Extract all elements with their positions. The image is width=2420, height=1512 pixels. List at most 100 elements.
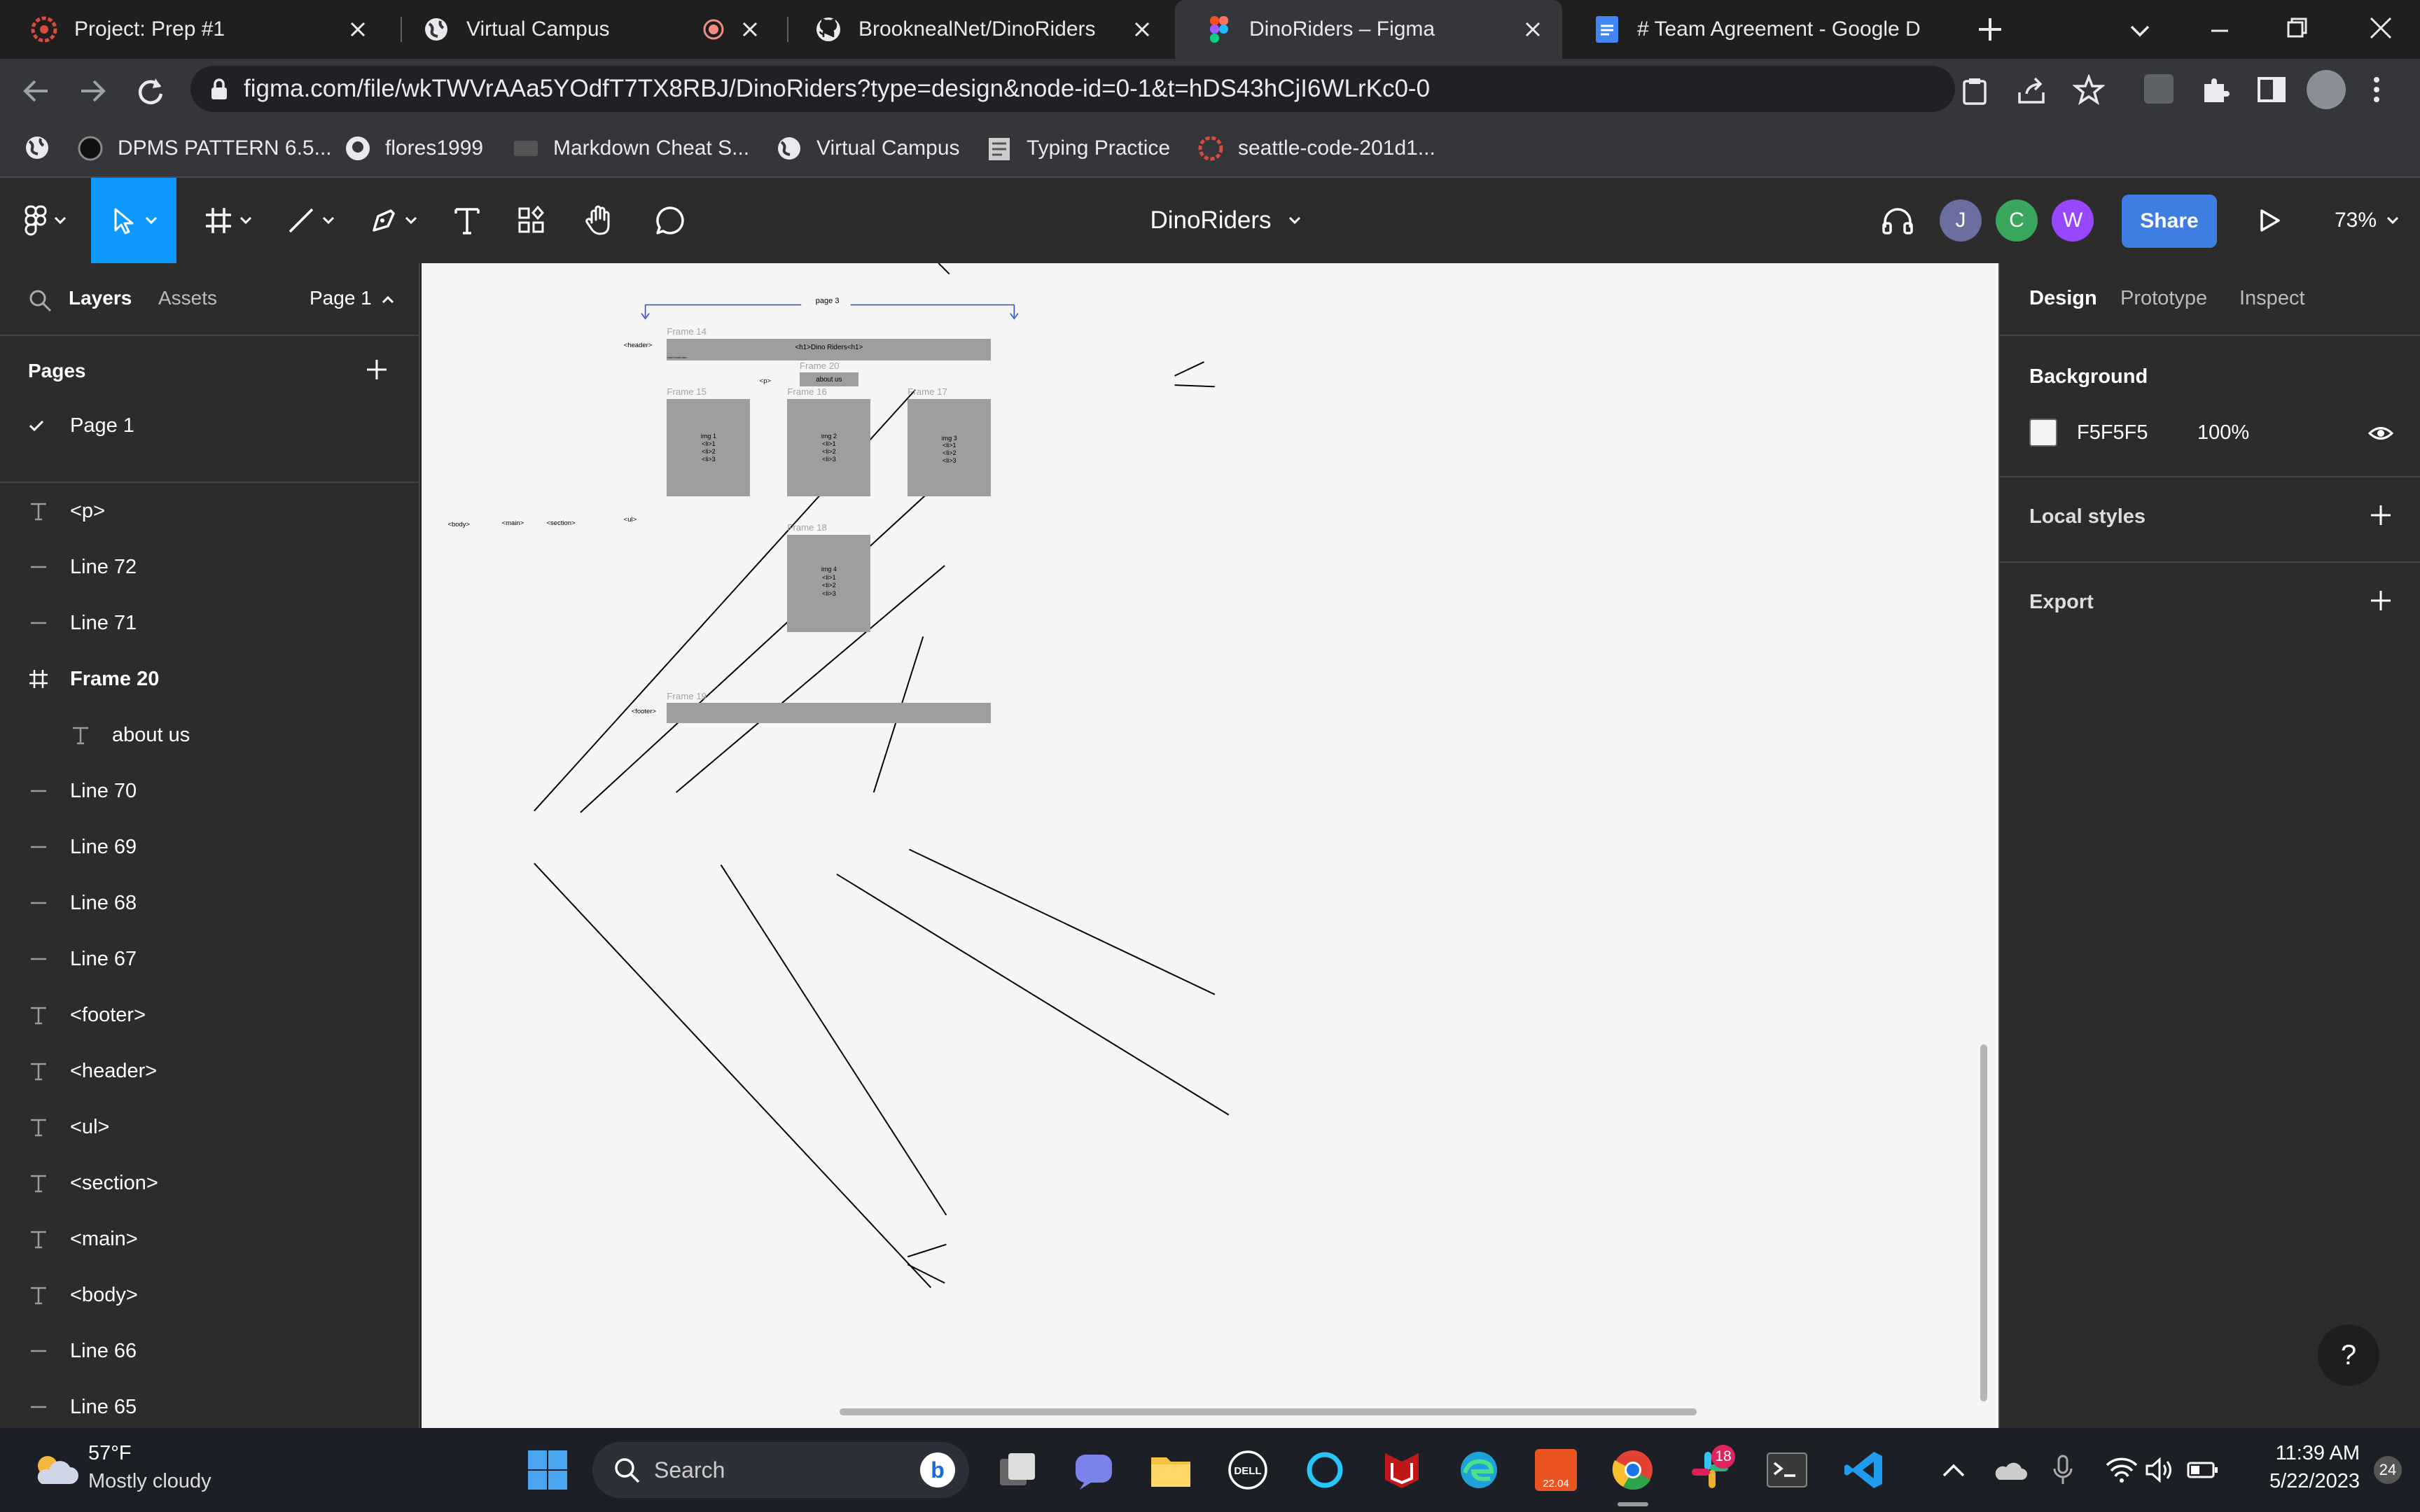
terminal-icon[interactable] — [1759, 1442, 1815, 1498]
url-field[interactable]: figma.com/file/wkTWVrAAa5YOdfT7TX8RBJ/Di… — [190, 66, 1955, 112]
onedrive-cloud-icon[interactable] — [1982, 1442, 2038, 1498]
frame-18[interactable]: img 4 <li>1 <li>2 <li>3 — [787, 534, 871, 632]
search-icon[interactable] — [28, 288, 52, 312]
new-tab-icon[interactable] — [1975, 14, 2005, 45]
eye-icon[interactable] — [2368, 423, 2393, 444]
file-explorer-icon[interactable] — [1143, 1442, 1199, 1498]
share-page-icon[interactable] — [2017, 76, 2047, 106]
help-button[interactable]: ? — [2318, 1324, 2379, 1386]
close-icon[interactable] — [1519, 15, 1547, 43]
tab-assets[interactable]: Assets — [158, 287, 217, 309]
ubuntu-icon[interactable]: 22.04 — [1528, 1442, 1584, 1498]
layer-row[interactable]: <section> — [0, 1155, 420, 1211]
frame-19[interactable] — [667, 703, 992, 723]
layer-row[interactable]: Line 70 — [0, 763, 420, 819]
browser-menu-icon[interactable] — [2370, 74, 2384, 105]
tab-google-docs[interactable]: # Team Agreement - Google D — [1563, 0, 1955, 59]
chevron-up-icon[interactable] — [1926, 1442, 1982, 1498]
tab-project-prep[interactable]: Project: Prep #1 — [0, 0, 387, 59]
layer-row[interactable]: about us — [0, 707, 420, 763]
mcafee-icon[interactable] — [1374, 1442, 1430, 1498]
bookmark-virtual-campus[interactable]: Virtual Campus — [776, 123, 960, 174]
tab-virtual-campus[interactable]: Virtual Campus — [392, 0, 779, 59]
close-icon[interactable] — [736, 15, 764, 43]
avatar[interactable]: C — [1996, 178, 2038, 263]
layer-row[interactable]: <body> — [0, 1267, 420, 1323]
page-item-page-1[interactable]: Page 1 — [0, 398, 420, 454]
cortana-icon[interactable] — [1297, 1442, 1353, 1498]
avatar[interactable]: W — [2052, 178, 2094, 263]
tab-inspect[interactable]: Inspect — [2239, 287, 2305, 310]
layer-row[interactable]: Line 72 — [0, 539, 420, 595]
footer-label[interactable]: <footer> — [632, 708, 656, 715]
layer-row[interactable]: Frame 20 — [0, 651, 420, 707]
background-hex-input[interactable]: F5F5F5 — [2077, 421, 2148, 444]
windows-start-icon[interactable] — [520, 1442, 576, 1498]
frame-16[interactable]: img 2 <li>1 <li>2 <li>3 — [787, 398, 871, 496]
vertical-scrollbar[interactable] — [1980, 1044, 1987, 1401]
tab-figma[interactable]: DinoRiders – Figma — [1175, 0, 1562, 59]
bookmark-markdown[interactable]: Markdown Cheat S... — [513, 123, 749, 174]
frame-17[interactable]: img 3 <li>1 <li>2 <li>3 — [908, 398, 992, 496]
audio-headphones-icon[interactable] — [1877, 178, 1919, 263]
hand-tool[interactable] — [574, 178, 626, 263]
bookmark-star-icon[interactable] — [2073, 74, 2105, 106]
design-canvas[interactable]: page 3 Frame 14 <h1>Dino Riders<h1> <nav… — [422, 263, 1998, 1428]
frame-15[interactable]: img 1 <li>1 <li>2 <li>3 — [667, 398, 751, 496]
microphone-icon[interactable] — [2035, 1442, 2091, 1498]
frame-20[interactable]: about us — [799, 372, 858, 387]
clock-date[interactable]: 5/22/2023 — [2213, 1470, 2360, 1493]
extension-icon[interactable] — [2144, 74, 2174, 104]
tab-search-chevron-icon[interactable] — [2126, 17, 2154, 45]
chrome-icon[interactable] — [1605, 1442, 1661, 1498]
layer-row[interactable]: <ul> — [0, 1099, 420, 1155]
add-page-icon[interactable] — [364, 357, 389, 382]
p-label[interactable]: <p> — [760, 377, 771, 385]
horizontal-scrollbar[interactable] — [840, 1408, 1697, 1415]
comment-tool[interactable] — [644, 178, 696, 263]
layer-row[interactable]: <footer> — [0, 987, 420, 1043]
add-style-icon[interactable] — [2368, 503, 2393, 528]
text-tool[interactable] — [441, 178, 493, 263]
layer-row[interactable]: Line 67 — [0, 931, 420, 987]
layer-row[interactable]: <p> — [0, 483, 420, 539]
background-swatch[interactable] — [2029, 419, 2057, 447]
clipboard-icon[interactable] — [1961, 76, 1989, 106]
edge-icon[interactable] — [1451, 1442, 1507, 1498]
layer-row[interactable]: <header> — [0, 1043, 420, 1099]
dell-icon[interactable]: DELL — [1220, 1442, 1276, 1498]
section-label[interactable]: <section> — [547, 519, 576, 527]
body-label[interactable]: <body> — [447, 521, 470, 528]
zoom-menu[interactable]: 73% — [2318, 178, 2416, 263]
puzzle-extensions-icon[interactable] — [2200, 74, 2231, 105]
task-view-icon[interactable] — [990, 1442, 1046, 1498]
present-play-icon[interactable] — [2248, 178, 2290, 263]
layer-row[interactable]: Line 66 — [0, 1323, 420, 1379]
teams-chat-icon[interactable] — [1066, 1442, 1122, 1498]
minimize-icon[interactable] — [2206, 17, 2234, 45]
ul-label[interactable]: <ul> — [624, 516, 637, 524]
layer-row[interactable]: Line 68 — [0, 875, 420, 931]
back-icon[interactable] — [21, 76, 52, 106]
layer-row[interactable]: Line 65 — [0, 1379, 420, 1435]
clock-time[interactable]: 11:39 AM — [2213, 1442, 2360, 1465]
pen-tool[interactable] — [359, 178, 429, 263]
background-opacity-input[interactable]: 100% — [2197, 421, 2249, 444]
forward-icon[interactable] — [77, 76, 108, 106]
frame-14[interactable]: <h1>Dino Riders<h1> <nav>Home<nav> — [667, 338, 992, 360]
tab-prototype[interactable]: Prototype — [2120, 287, 2207, 310]
frame-tool[interactable] — [193, 178, 263, 263]
vscode-icon[interactable] — [1836, 1442, 1892, 1498]
avatar[interactable]: J — [1940, 178, 1982, 263]
layer-row[interactable]: <main> — [0, 1211, 420, 1267]
main-label[interactable]: <main> — [502, 519, 524, 527]
reload-icon[interactable] — [134, 74, 167, 106]
tab-layers[interactable]: Layers — [69, 287, 132, 309]
bookmark-seattle-code[interactable]: seattle-code-201d1... — [1197, 123, 1435, 174]
tab-github[interactable]: BrooknealNet/DinoRiders — [784, 0, 1171, 59]
bookmark-dpms[interactable]: DPMS PATTERN 6.5... — [77, 123, 332, 174]
header-label[interactable]: <header> — [624, 342, 653, 349]
globe-icon[interactable] — [24, 134, 50, 161]
side-panel-icon[interactable] — [2256, 74, 2287, 105]
layer-row[interactable]: Line 69 — [0, 819, 420, 875]
